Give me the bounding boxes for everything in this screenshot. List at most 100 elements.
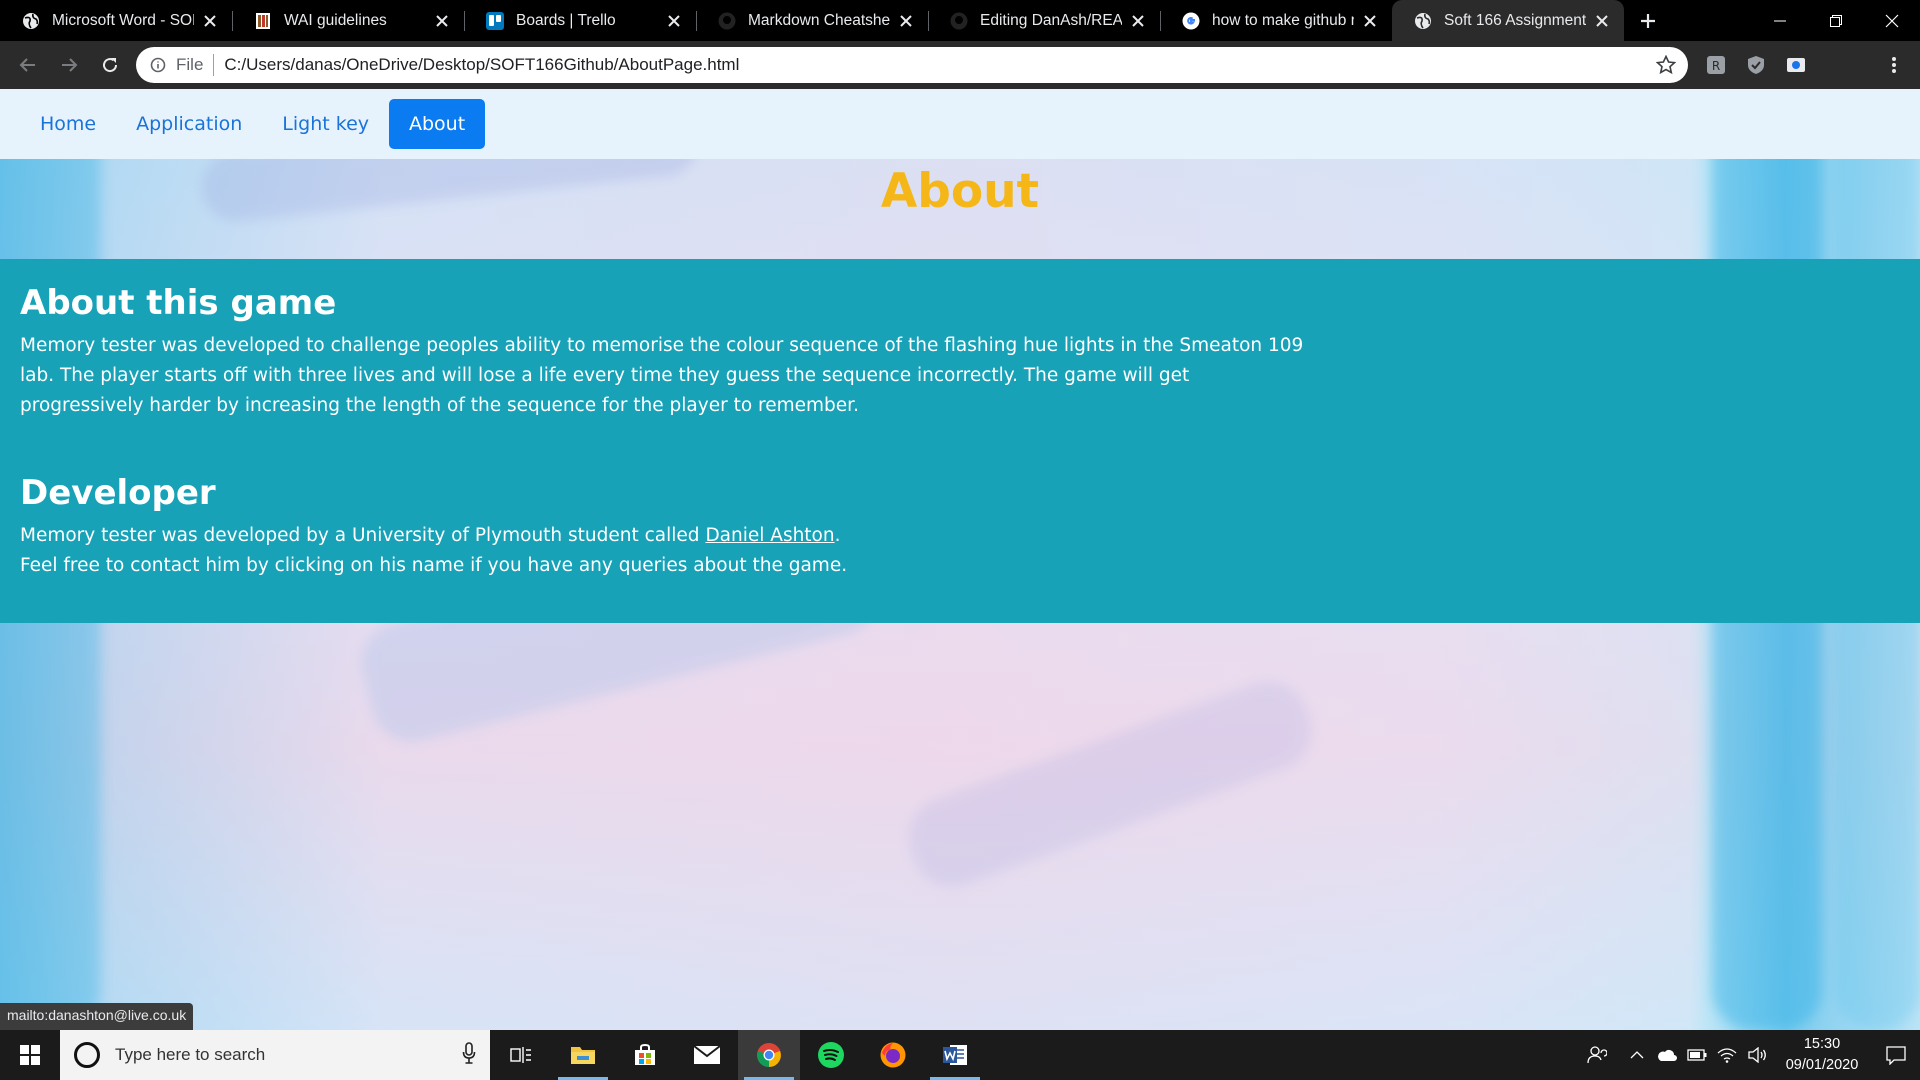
arrow-right-icon [62,58,78,72]
web-page: Home Application Light key About About A… [0,89,1920,1030]
onedrive-icon[interactable] [1652,1030,1682,1080]
minimize-icon [1774,20,1786,21]
tab-markdown-cheatsheet[interactable]: Markdown Cheatsheet [696,0,928,41]
notification-icon [1886,1046,1906,1065]
tab-title: Microsoft Word - SOFT [52,11,194,29]
back-button[interactable] [8,45,48,85]
globe-icon [22,12,40,30]
developer-text-line2: Feel free to contact him by clicking on … [20,555,848,576]
close-window-button[interactable] [1864,0,1920,41]
status-bubble: mailto:danashton@live.co.uk [0,1003,194,1030]
chevron-up-icon[interactable] [1622,1030,1652,1080]
github-icon [718,12,736,30]
windows-logo-icon [20,1045,40,1065]
tab-editing-readme[interactable]: Editing DanAsh/READM [928,0,1160,41]
tab-soft166-assignment[interactable]: Soft 166 Assignment [1392,0,1624,41]
store-button[interactable] [614,1030,676,1080]
tab-google-search[interactable]: how to make github re [1160,0,1392,41]
close-icon[interactable] [664,11,684,31]
tab-wai-guidelines[interactable]: WAI guidelines [232,0,464,41]
firefox-icon [880,1042,906,1068]
new-tab-button[interactable] [1628,0,1668,41]
developer-heading: Developer [20,473,216,513]
restore-button[interactable] [1808,0,1864,41]
reload-button[interactable] [90,45,130,85]
close-icon[interactable] [432,11,452,31]
tab-title: WAI guidelines [284,11,387,29]
tab-microsoft-word[interactable]: Microsoft Word - SOFT [0,0,232,41]
firefox-button[interactable] [862,1030,924,1080]
globe-icon [1414,12,1432,30]
nav-light-key[interactable]: Light key [262,99,389,149]
taskbar-search-box[interactable]: Type here to search [60,1030,490,1080]
plus-icon [1641,13,1655,28]
close-icon[interactable] [1592,11,1612,31]
close-icon[interactable] [1360,11,1380,31]
minimize-button[interactable] [1752,0,1808,41]
tab-title: how to make github re [1212,11,1354,29]
window-controls [1752,0,1920,41]
nav-about[interactable]: About [389,99,486,149]
scheme-label: File [176,55,204,74]
trello-icon [486,11,504,30]
developer-text-after: . [834,525,841,546]
shield-icon[interactable] [1744,53,1768,77]
windows-taskbar: Type here to search 15:30 09/01/2020 [0,1030,1920,1080]
wai-icon [254,12,272,30]
action-center-button[interactable] [1872,1030,1920,1080]
github-icon [950,12,968,30]
volume-icon[interactable] [1742,1030,1772,1080]
tab-trello[interactable]: Boards | Trello [464,0,696,41]
google-icon [1182,12,1200,30]
close-icon[interactable] [200,11,220,31]
developer-text-before: Memory tester was developed by a Univers… [20,525,706,546]
address-bar[interactable]: File C:/Users/danas/OneDrive/Desktop/SOF… [136,47,1688,83]
menu-icon[interactable] [1882,53,1906,77]
word-button[interactable] [924,1030,986,1080]
tab-strip: Microsoft Word - SOFT WAI guidelines Boa… [0,0,1920,41]
svg-text:R: R [1712,59,1720,73]
clock-date: 09/01/2020 [1785,1057,1859,1073]
mail-icon [693,1045,721,1064]
mail-button[interactable] [676,1030,738,1080]
tab-title: Editing DanAsh/READM [980,11,1122,29]
about-heading: About this game [20,283,337,323]
spotify-icon [818,1042,844,1068]
close-icon[interactable] [896,11,916,31]
info-icon[interactable] [150,57,166,73]
page-banner: About [0,159,1920,259]
page-title: About [880,164,1040,219]
search-placeholder: Type here to search [115,1045,266,1064]
chrome-button[interactable] [738,1030,800,1080]
wifi-icon[interactable] [1712,1030,1742,1080]
system-clock[interactable]: 15:30 09/01/2020 [1778,1034,1866,1076]
start-button[interactable] [0,1030,60,1080]
nav-application[interactable]: Application [116,99,262,149]
browser-toolbar: File C:/Users/danas/OneDrive/Desktop/SOF… [0,41,1920,120]
file-explorer-button[interactable] [552,1030,614,1080]
screen-capture-icon[interactable] [1784,53,1808,77]
clock-time: 15:30 [1803,1036,1841,1052]
close-icon [1885,14,1899,27]
url-text[interactable]: C:/Users/danas/OneDrive/Desktop/SOFT166G… [224,55,739,75]
file-explorer-icon [571,1047,595,1064]
nav-home[interactable]: Home [20,99,116,149]
extension-icon[interactable]: R [1704,53,1728,77]
task-view-button[interactable] [490,1030,552,1080]
system-tray: 15:30 09/01/2020 [1582,1030,1920,1080]
microphone-icon[interactable] [462,1041,476,1069]
store-icon [635,1043,655,1065]
developer-email-link[interactable]: Daniel Ashton [705,525,834,546]
forward-button[interactable] [49,45,89,85]
people-icon[interactable] [1582,1030,1612,1080]
battery-icon[interactable] [1682,1030,1712,1080]
close-icon[interactable] [1128,11,1148,31]
content-section: About this game Memory tester was develo… [0,259,1920,623]
bookmark-star-icon[interactable] [1655,54,1677,80]
site-navbar: Home Application Light key About [0,89,1920,159]
background-streak [897,669,1323,899]
tab-title: Boards | Trello [516,11,616,29]
word-icon [943,1045,967,1065]
spotify-button[interactable] [800,1030,862,1080]
tab-title: Markdown Cheatsheet [748,11,890,29]
